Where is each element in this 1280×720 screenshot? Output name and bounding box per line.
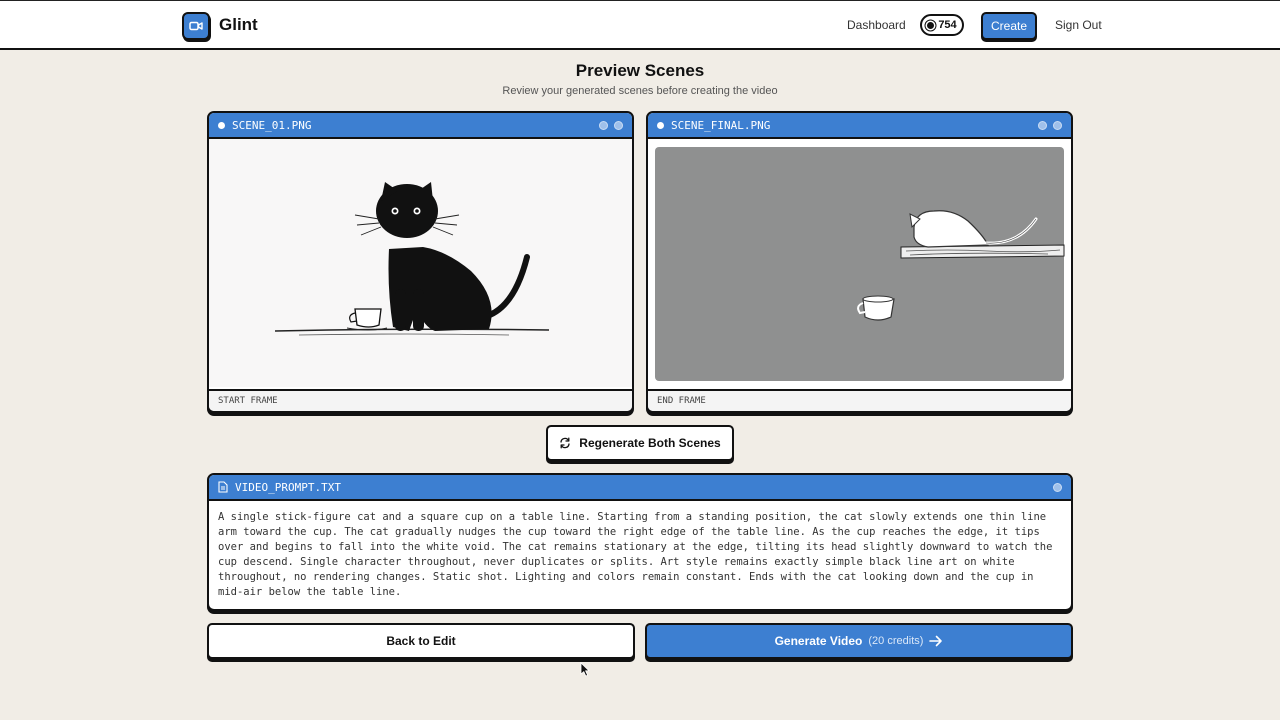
scene-start-titlebar: SCENE_01.PNG bbox=[209, 113, 632, 139]
status-dot-icon bbox=[218, 121, 225, 129]
page-title: Preview Scenes bbox=[575, 61, 705, 80]
scene-end-titlebar: SCENE_FINAL.PNG bbox=[648, 113, 1071, 139]
window-control-icon[interactable] bbox=[599, 120, 608, 130]
scene-start-filename: SCENE_01.PNG bbox=[232, 118, 312, 132]
video-prompt-filename: VIDEO_PROMPT.TXT bbox=[235, 480, 341, 494]
generate-credits-cost: (20 credits) bbox=[868, 635, 924, 647]
video-camera-icon[interactable] bbox=[182, 12, 210, 40]
window-control-icon[interactable] bbox=[614, 120, 623, 130]
regenerate-both-scenes-button[interactable]: Regenerate Both Scenes bbox=[546, 425, 734, 461]
credits-count: 754 bbox=[938, 19, 957, 31]
page-subtitle: Review your generated scenes before crea… bbox=[502, 85, 778, 97]
scene-start-footer: START FRAME bbox=[209, 389, 632, 411]
scene-end-footer: END FRAME bbox=[648, 389, 1071, 411]
prompt-line: mid-air below the table line. bbox=[218, 586, 402, 598]
scene-end-image bbox=[648, 139, 1071, 387]
prompt-line: over and begins to fall into the white v… bbox=[218, 541, 1053, 553]
generate-video-button[interactable]: Generate Video (20 credits) bbox=[645, 623, 1073, 659]
document-icon bbox=[218, 481, 228, 493]
scene-end-filename: SCENE_FINAL.PNG bbox=[671, 118, 771, 132]
refresh-icon bbox=[560, 437, 570, 449]
sign-out-link[interactable]: Sign Out bbox=[1055, 18, 1102, 32]
video-prompt-panel: VIDEO_PROMPT.TXT A single stick-figure c… bbox=[207, 473, 1073, 611]
prompt-line: A single stick-figure cat and a square c… bbox=[218, 511, 1047, 523]
video-prompt-titlebar: VIDEO_PROMPT.TXT bbox=[209, 475, 1071, 501]
scene-start-panel: SCENE_01.PNG START FRAME bbox=[207, 111, 634, 413]
generate-video-label: Generate Video bbox=[774, 634, 863, 648]
prompt-line: arm toward the cup. The cat gradually nu… bbox=[218, 526, 1040, 538]
video-prompt-text[interactable]: A single stick-figure cat and a square c… bbox=[209, 501, 1071, 609]
credits-badge[interactable]: 754 bbox=[920, 14, 964, 36]
cat-end-illustration bbox=[648, 139, 1071, 387]
window-control-icon[interactable] bbox=[1053, 120, 1062, 130]
scene-start-image bbox=[209, 139, 632, 387]
cat-start-illustration bbox=[209, 139, 632, 387]
app-logo-text[interactable]: Glint bbox=[219, 15, 258, 35]
prompt-line: cup descend. Single character throughout… bbox=[218, 556, 1015, 568]
status-dot-icon bbox=[657, 121, 664, 129]
create-button[interactable]: Create bbox=[981, 12, 1037, 40]
nav-dashboard-link[interactable]: Dashboard bbox=[847, 18, 906, 32]
back-to-edit-button[interactable]: Back to Edit bbox=[207, 623, 635, 659]
prompt-line: throughout, no rendering changes. Static… bbox=[218, 571, 1034, 583]
regenerate-label: Regenerate Both Scenes bbox=[579, 436, 721, 450]
coin-icon bbox=[927, 21, 935, 29]
mouse-cursor-icon bbox=[580, 662, 590, 677]
top-navigation-bar: Glint Dashboard 754 Create Sign Out bbox=[0, 0, 1280, 50]
window-control-icon[interactable] bbox=[1053, 482, 1062, 492]
arrow-right-icon bbox=[929, 635, 943, 647]
window-control-icon[interactable] bbox=[1038, 120, 1047, 130]
scene-end-panel: SCENE_FINAL.PNG END FRAME bbox=[646, 111, 1073, 413]
